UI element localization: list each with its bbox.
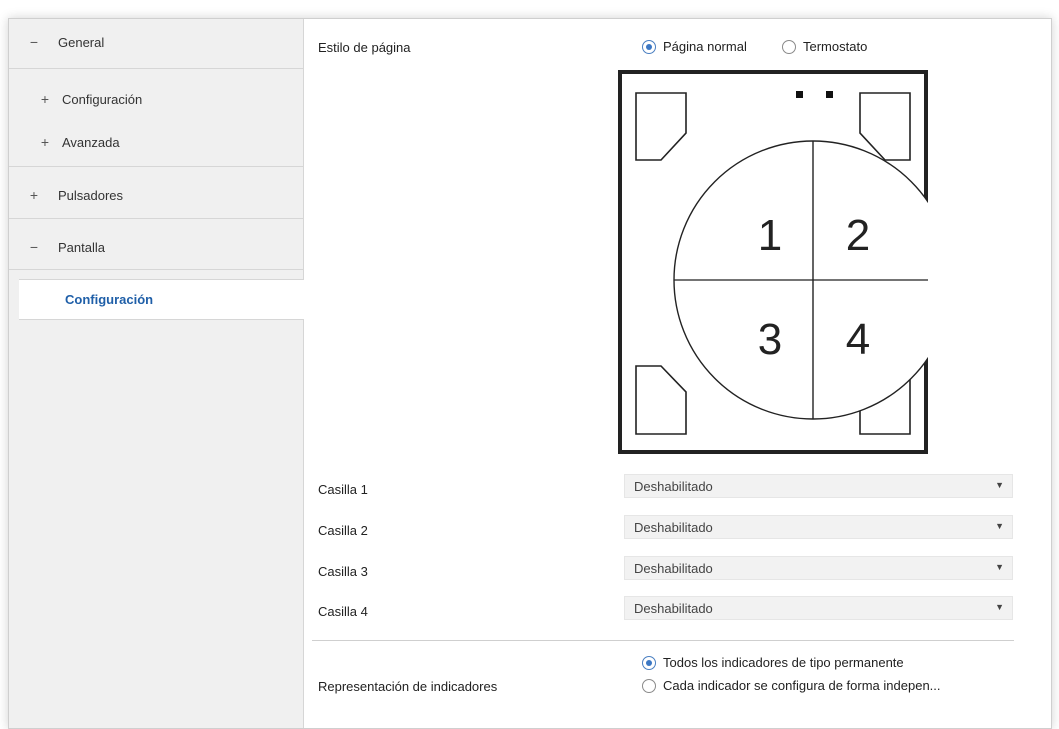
main-panel: Estilo de página Página normal Termostat… [304,19,1051,728]
sidebar-divider [9,166,303,167]
sidebar-item-label: Pulsadores [58,187,124,203]
select-value: Deshabilitado [634,560,713,576]
box-2-label: Casilla 2 [318,523,368,538]
sidebar-item-label: Configuración [62,91,143,107]
select-value: Deshabilitado [634,600,713,616]
select-value: Deshabilitado [634,478,713,494]
sidebar-item-label: Configuración [65,292,154,307]
page-layout-diagram: 1 2 3 4 [618,70,928,454]
dropdown-arrow-icon: ▼ [995,602,1004,612]
radio-button[interactable] [782,39,796,54]
sidebar-item-general[interactable]: − General [9,25,303,59]
sidebar-divider [9,269,303,270]
app-window: − General + Configuración + Avanzada + P… [8,18,1052,729]
sidebar-item-label: General [58,34,105,50]
sidebar-item-configuracion-general[interactable]: + Configuración [9,85,303,113]
sidebar-divider [9,68,303,69]
indicators-permanent-option[interactable]: Todos los indicadores de tipo permanente [642,655,904,670]
box-4-select[interactable]: Deshabilitado ▼ [624,596,1013,620]
sidebar-item-pulsadores[interactable]: + Pulsadores [9,181,303,209]
radio-button-checked[interactable] [642,655,656,670]
radio-label: Todos los indicadores de tipo permanente [663,655,904,670]
indicator-dot-icon [826,91,833,98]
indicators-label: Representación de indicadores [318,679,498,694]
box-3-label: Casilla 3 [318,564,368,579]
box-1-select[interactable]: Deshabilitado ▼ [624,474,1013,498]
expand-icon: + [29,187,39,203]
radio-button-checked[interactable] [642,39,656,54]
sidebar-item-label: Avanzada [62,134,120,150]
cell-number-1: 1 [758,211,782,260]
page-style-normal-option[interactable]: Página normal [642,39,747,54]
dropdown-arrow-icon: ▼ [995,480,1004,490]
box-4-label: Casilla 4 [318,604,368,619]
radio-label: Termostato [803,39,868,54]
collapse-icon: − [29,34,39,50]
collapse-icon: − [29,239,39,255]
dropdown-arrow-icon: ▼ [995,562,1004,572]
indicators-independent-option[interactable]: Cada indicador se configura de forma ind… [642,678,941,693]
expand-icon: + [40,134,50,150]
cell-number-3: 3 [758,315,782,364]
cell-number-2: 2 [846,211,870,260]
sidebar-item-avanzada[interactable]: + Avanzada [9,128,303,156]
section-divider [312,640,1014,641]
box-1-label: Casilla 1 [318,482,368,497]
select-value: Deshabilitado [634,519,713,535]
radio-button[interactable] [642,678,656,693]
radio-label: Cada indicador se configura de forma ind… [663,678,941,693]
sidebar: − General + Configuración + Avanzada + P… [9,19,304,728]
sidebar-item-label: Pantalla [58,239,105,255]
dropdown-arrow-icon: ▼ [995,521,1004,531]
box-3-select[interactable]: Deshabilitado ▼ [624,556,1013,580]
page-style-label: Estilo de página [318,40,411,55]
page-style-thermostat-option[interactable]: Termostato [782,39,867,54]
indicator-dot-icon [796,91,803,98]
box-2-select[interactable]: Deshabilitado ▼ [624,515,1013,539]
sidebar-item-pantalla[interactable]: − Pantalla [9,233,303,261]
cell-number-4: 4 [846,315,870,364]
expand-icon: + [40,91,50,107]
sidebar-divider [9,218,303,219]
sidebar-item-configuracion-pantalla[interactable]: Configuración [19,279,304,320]
radio-label: Página normal [663,39,747,54]
